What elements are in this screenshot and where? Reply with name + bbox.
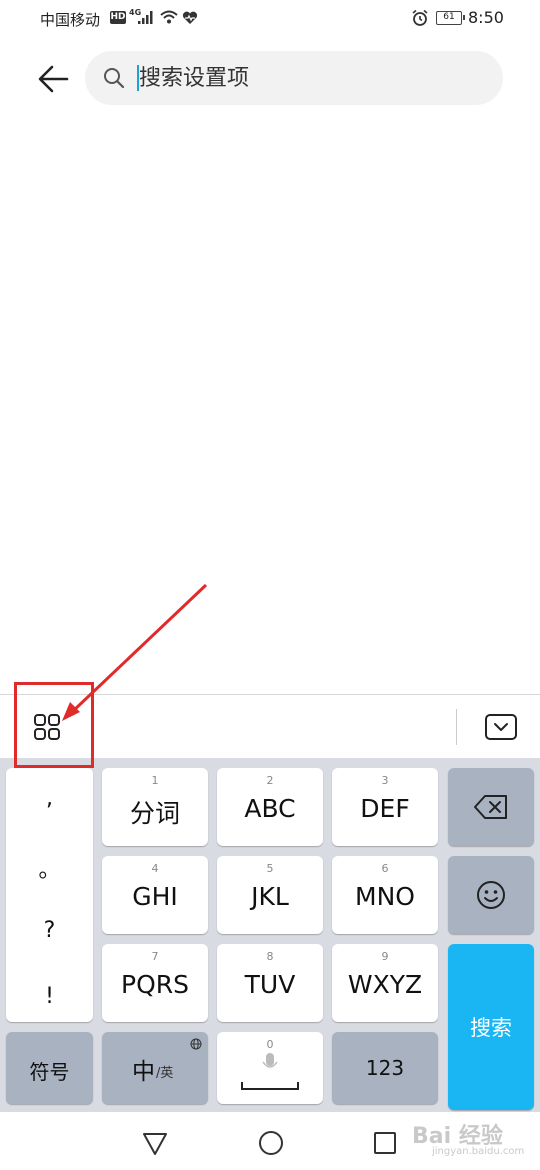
health-heart-icon [182, 11, 198, 24]
globe-icon [190, 1038, 202, 1050]
numbers-key[interactable]: 123 [332, 1032, 438, 1104]
key-label: JKL [251, 882, 289, 911]
search-key[interactable]: 搜索 [448, 944, 534, 1110]
key-number: 9 [381, 950, 389, 963]
key-3-def[interactable]: 3 DEF [332, 768, 438, 846]
signal-icon [138, 11, 153, 24]
nav-home-button[interactable] [256, 1128, 286, 1158]
key-number: 5 [266, 862, 274, 875]
key-label: WXYZ [347, 970, 423, 999]
punctuation-column: , 。 ? ! [6, 768, 93, 1022]
key-number: 6 [381, 862, 389, 875]
key-label: 分词 [129, 799, 180, 828]
key-comma[interactable]: , [6, 786, 93, 811]
lang-main-label: 中 [132, 1059, 155, 1085]
key-label: MNO [355, 882, 415, 911]
key-1-fenci[interactable]: 1 分词 [102, 768, 208, 846]
smiley-icon [477, 881, 505, 909]
search-input[interactable] [139, 51, 489, 105]
backspace-key[interactable] [448, 768, 534, 846]
key-label: TUV [244, 970, 296, 999]
numbers-key-label: 123 [365, 1056, 405, 1080]
key-8-tuv[interactable]: 8 TUV [217, 944, 323, 1022]
lang-sub-label: /英 [156, 1066, 174, 1081]
language-switch-key[interactable]: 中 /英 [102, 1032, 208, 1104]
backspace-icon [474, 795, 507, 819]
key-label: GHI [132, 882, 178, 911]
key-number: 4 [151, 862, 159, 875]
triangle-back-icon [143, 1133, 167, 1155]
annotation-highlight-box [14, 682, 94, 768]
space-key[interactable]: 0 [217, 1032, 323, 1104]
key-number: 7 [151, 950, 159, 963]
back-button[interactable] [34, 60, 74, 100]
key-period[interactable]: 。 [6, 852, 93, 884]
key-7-pqrs[interactable]: 7 PQRS [102, 944, 208, 1022]
key-number: 3 [381, 774, 389, 787]
key-6-mno[interactable]: 6 MNO [332, 856, 438, 934]
nav-back-button[interactable] [140, 1128, 170, 1158]
key-label: PQRS [121, 970, 189, 999]
symbols-key-label: 符号 [29, 1060, 70, 1084]
key-number: 8 [266, 950, 274, 963]
arrow-left-icon [38, 65, 69, 93]
symbols-key[interactable]: 符号 [6, 1032, 93, 1104]
battery-level: 61 [436, 11, 465, 25]
key-9-wxyz[interactable]: 9 WXYZ [332, 944, 438, 1022]
key-exclamation[interactable]: ! [6, 984, 93, 1009]
hd-badge: HD [110, 11, 126, 24]
key-5-jkl[interactable]: 5 JKL [217, 856, 323, 934]
space-bar-icon [241, 1082, 299, 1090]
watermark-url: jingyan.baidu.com [432, 1146, 525, 1157]
key-label: DEF [360, 794, 410, 823]
microphone-icon [262, 1053, 278, 1068]
key-question[interactable]: ? [6, 918, 93, 943]
status-time: 8:50 [468, 8, 504, 27]
toolbar-divider [456, 709, 457, 745]
search-icon [104, 68, 125, 89]
key-2-abc[interactable]: 2 ABC [217, 768, 323, 846]
space-key-number: 0 [266, 1038, 274, 1051]
key-label: ABC [244, 794, 296, 823]
wifi-icon [160, 10, 178, 24]
key-number: 1 [151, 774, 159, 787]
keyboard-collapse-icon [485, 714, 517, 740]
key-4-ghi[interactable]: 4 GHI [102, 856, 208, 934]
search-key-label: 搜索 [470, 1016, 512, 1040]
emoji-key[interactable] [448, 856, 534, 934]
status-bar: 中国移动 HD 4G 61 8:50 [0, 0, 540, 38]
carrier-name: 中国移动 [40, 11, 101, 29]
nav-recents-button[interactable] [370, 1128, 400, 1158]
alarm-icon [412, 9, 428, 26]
key-number: 2 [266, 774, 274, 787]
search-bar[interactable] [85, 51, 503, 105]
circle-home-icon [259, 1131, 283, 1155]
keyboard: , 。 ? ! 1 分词 2 ABC 3 DEF 4 GHI 5 JKL 6 M… [0, 758, 540, 1112]
square-recents-icon [374, 1132, 396, 1154]
hide-keyboard-button[interactable] [484, 713, 518, 741]
